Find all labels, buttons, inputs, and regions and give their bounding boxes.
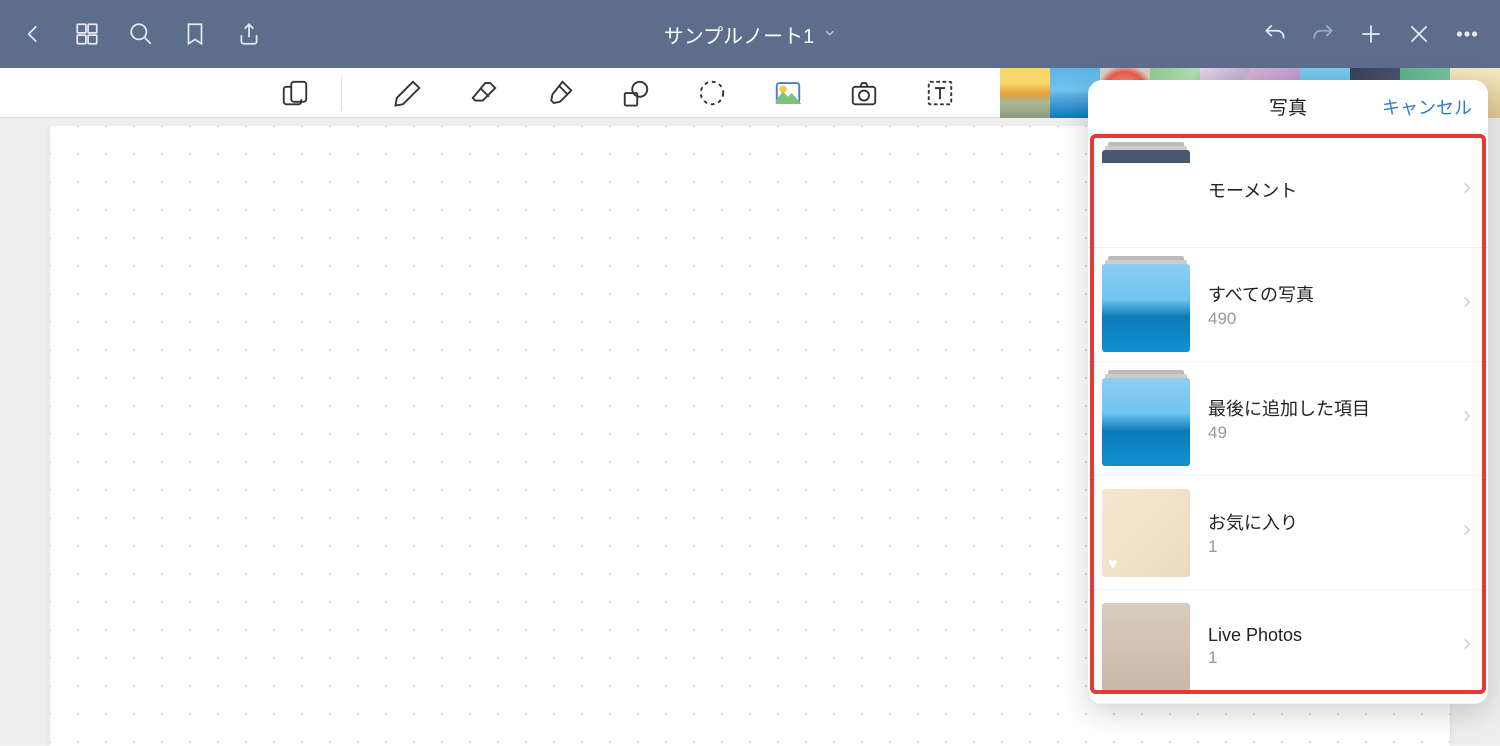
album-row-favorites[interactable]: お気に入り 1 (1088, 476, 1488, 590)
chevron-right-icon (1460, 519, 1474, 546)
bookmark-button[interactable] (182, 21, 208, 47)
album-row-moments[interactable]: モーメント (1088, 134, 1488, 248)
close-cross-button[interactable] (1406, 21, 1432, 47)
camera-tool[interactable] (846, 75, 882, 111)
chevron-right-icon (1460, 177, 1474, 204)
popover-header: 写真 キャンセル (1088, 80, 1488, 134)
chevron-right-icon (1460, 633, 1474, 660)
album-row-all-photos[interactable]: すべての写真 490 (1088, 248, 1488, 362)
more-button[interactable] (1454, 21, 1480, 47)
album-count: 490 (1208, 309, 1460, 329)
redo-button[interactable] (1310, 21, 1336, 47)
album-count: 1 (1208, 648, 1460, 668)
album-count: 1 (1208, 537, 1460, 557)
album-row-live-photos[interactable]: Live Photos 1 (1088, 590, 1488, 704)
grid-view-button[interactable] (74, 21, 100, 47)
divider (341, 76, 342, 110)
undo-button[interactable] (1262, 21, 1288, 47)
popover-title: 写真 (1269, 93, 1307, 120)
album-thumb (1102, 489, 1190, 577)
photo-picker-popover: 写真 キャンセル モーメント すべての写真 490 最後に追加した項目 49 (1088, 80, 1488, 704)
share-button[interactable] (236, 21, 262, 47)
page-tool[interactable] (277, 75, 313, 111)
album-name: モーメント (1208, 177, 1460, 203)
back-button[interactable] (20, 21, 46, 47)
highlighter-tool[interactable] (542, 75, 578, 111)
chevron-right-icon (1460, 291, 1474, 318)
album-list: モーメント すべての写真 490 最後に追加した項目 49 お気に入 (1088, 134, 1488, 704)
eraser-tool[interactable] (466, 75, 502, 111)
album-thumb (1102, 378, 1190, 466)
album-row-recently-added[interactable]: 最後に追加した項目 49 (1088, 362, 1488, 476)
image-tool[interactable] (770, 75, 806, 111)
document-title[interactable]: サンプルノート1 (664, 20, 837, 49)
album-count: 49 (1208, 423, 1460, 443)
lasso-tool[interactable] (694, 75, 730, 111)
chevron-right-icon (1460, 405, 1474, 432)
album-name: すべての写真 (1208, 281, 1460, 307)
album-name: 最後に追加した項目 (1208, 395, 1460, 421)
title-text: サンプルノート1 (664, 20, 815, 49)
text-tool[interactable] (922, 75, 958, 111)
album-name: Live Photos (1208, 625, 1460, 646)
album-thumb (1102, 264, 1190, 352)
recent-thumb[interactable] (1000, 68, 1050, 118)
pen-tool[interactable] (390, 75, 426, 111)
album-name: お気に入り (1208, 509, 1460, 535)
cancel-button[interactable]: キャンセル (1382, 94, 1472, 120)
album-thumb (1102, 150, 1190, 238)
add-button[interactable] (1358, 21, 1384, 47)
album-thumb (1102, 603, 1190, 691)
shape-tool[interactable] (618, 75, 654, 111)
search-button[interactable] (128, 21, 154, 47)
chevron-down-icon (822, 23, 836, 46)
top-nav-bar: サンプルノート1 (0, 0, 1500, 68)
